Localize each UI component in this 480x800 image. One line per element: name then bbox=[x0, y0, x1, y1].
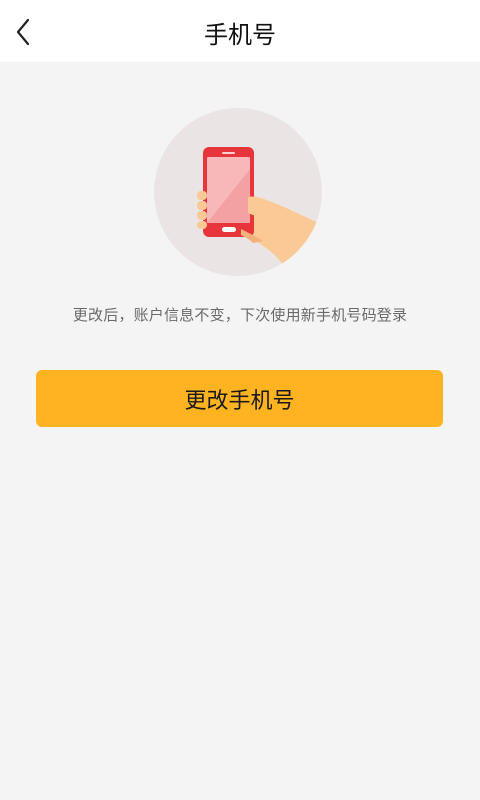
hand-holding-phone-illustration bbox=[154, 108, 322, 276]
change-phone-button[interactable]: 更改手机号 bbox=[36, 370, 443, 427]
page-title: 手机号 bbox=[204, 21, 276, 49]
change-phone-hint: 更改后，账户信息不变，下次使用新手机号码登录 bbox=[72, 306, 408, 324]
change-phone-button-label: 更改手机号 bbox=[184, 388, 295, 414]
top-app-bar: 手机号 bbox=[0, 0, 480, 62]
